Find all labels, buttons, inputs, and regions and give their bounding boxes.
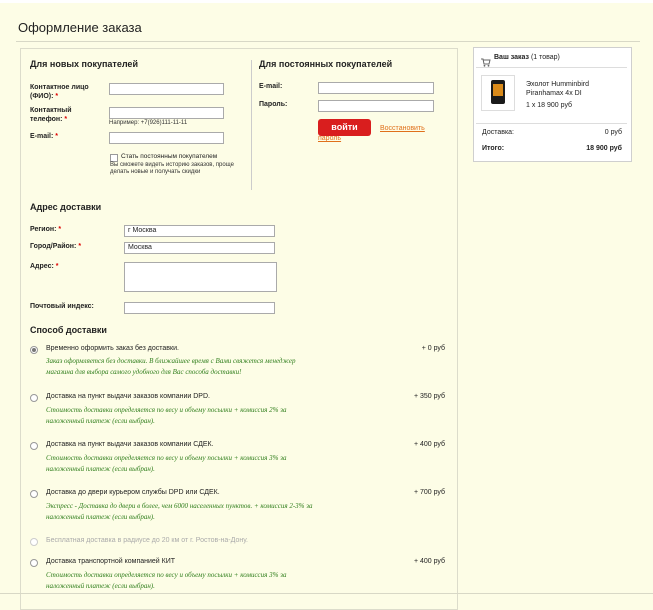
city-label: Город/Район: * (30, 243, 82, 250)
delivery-option-radio[interactable] (30, 559, 38, 567)
phone-input[interactable] (109, 107, 224, 119)
login-email-label: E-mail: (259, 83, 283, 90)
delivery-option-radio (30, 538, 38, 546)
address-label: Адрес: * (30, 263, 59, 270)
delivery-option-price: + 400 руб (413, 558, 445, 565)
city-input[interactable]: Москва (124, 242, 275, 254)
email-input[interactable] (109, 132, 224, 144)
address-heading: Адрес доставки (30, 202, 102, 212)
cart-product-qty: 1 x 18 900 руб (526, 102, 573, 109)
cart-delivery-label: Доставка: (482, 129, 515, 136)
region-input[interactable]: г Москва (124, 225, 275, 237)
delivery-option-price: + 0 руб (421, 345, 445, 352)
zip-input[interactable] (124, 302, 275, 314)
delivery-option-price: + 400 руб (413, 441, 445, 448)
cart-divider (476, 67, 627, 68)
login-email-input[interactable] (318, 82, 434, 94)
delivery-option-desc: Стоимость доставки определяется по весу … (46, 571, 287, 579)
delivery-option-price: + 700 руб (413, 489, 445, 496)
delivery-option-title: Доставка до двери курьером службы DPD ил… (46, 489, 220, 496)
delivery-option-desc: наложенный платеж (если выбран). (46, 513, 155, 521)
zip-label: Почтовый индекс: (30, 303, 94, 310)
delivery-heading: Способ доставки (30, 325, 107, 335)
cart-title: Ваш заказ (1 товар) (494, 54, 560, 61)
cart-total-label: Итого: (482, 145, 505, 152)
cart-total-value: 18 900 руб (586, 145, 622, 152)
address-textarea[interactable] (124, 262, 277, 292)
delivery-option-title: Временно оформить заказ без доставки. (46, 345, 179, 352)
delivery-option-title: Доставка на пункт выдачи заказов компани… (46, 393, 210, 400)
delivery-option-desc: наложенный платеж (если выбран). (46, 417, 155, 425)
become-regular-label: Стать постоянным покупателем (121, 153, 218, 160)
email-label: E-mail: * (30, 133, 59, 140)
contact-label: Контактное лицо (ФИО): * (30, 84, 89, 100)
page-title: Оформление заказа (18, 20, 142, 35)
delivery-option-radio[interactable] (30, 346, 38, 354)
cart-icon (481, 54, 491, 72)
delivery-option-title: Бесплатная доставка в радиусе до 20 км о… (46, 537, 248, 544)
delivery-option-desc: наложенный платеж (если выбран). (46, 582, 155, 590)
bottom-divider (0, 593, 653, 594)
cart-product-name[interactable]: Эхолот Humminbird Piranhamax 4x DI (526, 80, 622, 98)
delivery-option-price: + 350 руб (413, 393, 445, 400)
delivery-option-desc: Стоимость доставки определяется по весу … (46, 406, 287, 414)
column-divider (251, 60, 252, 190)
delivery-option-desc: Стоимость доставки определяется по весу … (46, 454, 287, 462)
become-regular-checkbox[interactable] (110, 154, 118, 162)
delivery-option-desc: наложенный платеж (если выбран). (46, 465, 155, 473)
delivery-option-radio[interactable] (30, 490, 38, 498)
delivery-option-desc: магазина для выбора самого удобного для … (46, 368, 242, 376)
restore-password-link[interactable]: Восстановить пароль (318, 124, 428, 144)
delivery-option-desc: Экспресс - Доставка до двери в более, че… (46, 502, 313, 510)
contact-name-input[interactable] (109, 83, 224, 95)
top-strip (0, 0, 653, 3)
delivery-option-title: Доставка транспортной компанией КИТ (46, 558, 176, 565)
fishfinder-image[interactable] (481, 75, 515, 111)
password-label: Пароль: (259, 101, 288, 108)
delivery-option-title: Доставка на пункт выдачи заказов компани… (46, 441, 214, 448)
region-label: Регион: * (30, 226, 62, 233)
delivery-option-radio[interactable] (30, 442, 38, 450)
regular-customers-heading: Для постоянных покупателей (259, 59, 393, 69)
password-input[interactable] (318, 100, 434, 112)
delivery-option-radio[interactable] (30, 394, 38, 402)
title-divider (16, 41, 640, 42)
phone-label: Контактный телефон: * (30, 107, 72, 123)
become-regular-note: Вы сможете видеть историю заказов, проще… (110, 162, 234, 175)
new-customers-heading: Для новых покупателей (30, 59, 138, 69)
delivery-option-desc: Заказ оформляется без доставки. В ближай… (46, 357, 296, 365)
phone-hint: Например: +7(926)111-11-11 (109, 120, 188, 126)
cart-divider (476, 123, 627, 124)
cart-delivery-value: 0 руб (604, 129, 622, 136)
